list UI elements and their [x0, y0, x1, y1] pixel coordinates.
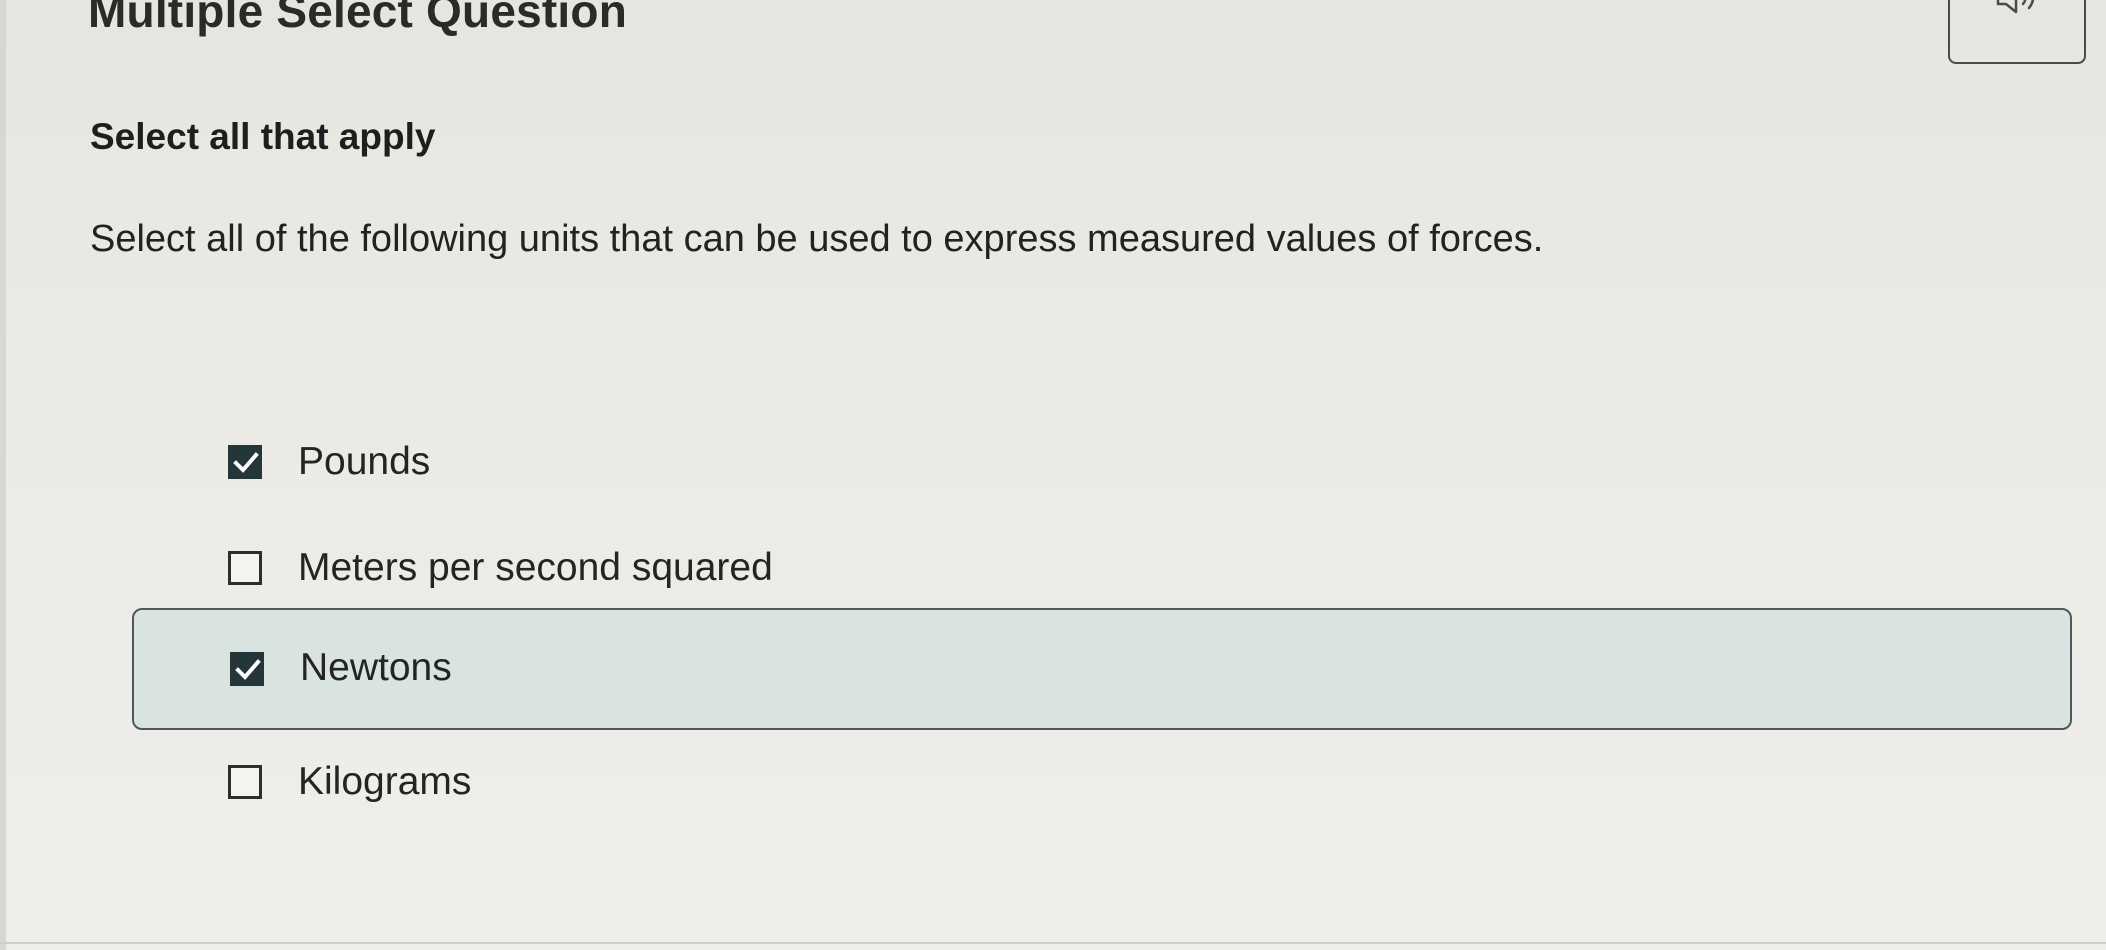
- option-label: Kilograms: [298, 760, 472, 803]
- checkbox-newtons[interactable]: [230, 652, 264, 686]
- option-label: Meters per second squared: [298, 546, 773, 589]
- checkmark-icon: [235, 659, 261, 680]
- option-pounds[interactable]: Pounds: [132, 402, 2072, 524]
- answer-options-list: Pounds Meters per second squared Newtons…: [0, 0, 2106, 950]
- bottom-divider: [0, 942, 2106, 944]
- checkmark-icon: [233, 452, 259, 473]
- checkbox-pounds[interactable]: [228, 445, 262, 479]
- option-kilograms[interactable]: Kilograms: [132, 722, 2072, 844]
- question-page: Multiple Select Question Select all that…: [0, 0, 2106, 950]
- checkbox-meters-per-second-squared[interactable]: [228, 551, 262, 585]
- option-label: Newtons: [300, 646, 452, 689]
- option-newtons[interactable]: Newtons: [132, 608, 2072, 730]
- option-label: Pounds: [298, 440, 431, 483]
- checkbox-kilograms[interactable]: [228, 765, 262, 799]
